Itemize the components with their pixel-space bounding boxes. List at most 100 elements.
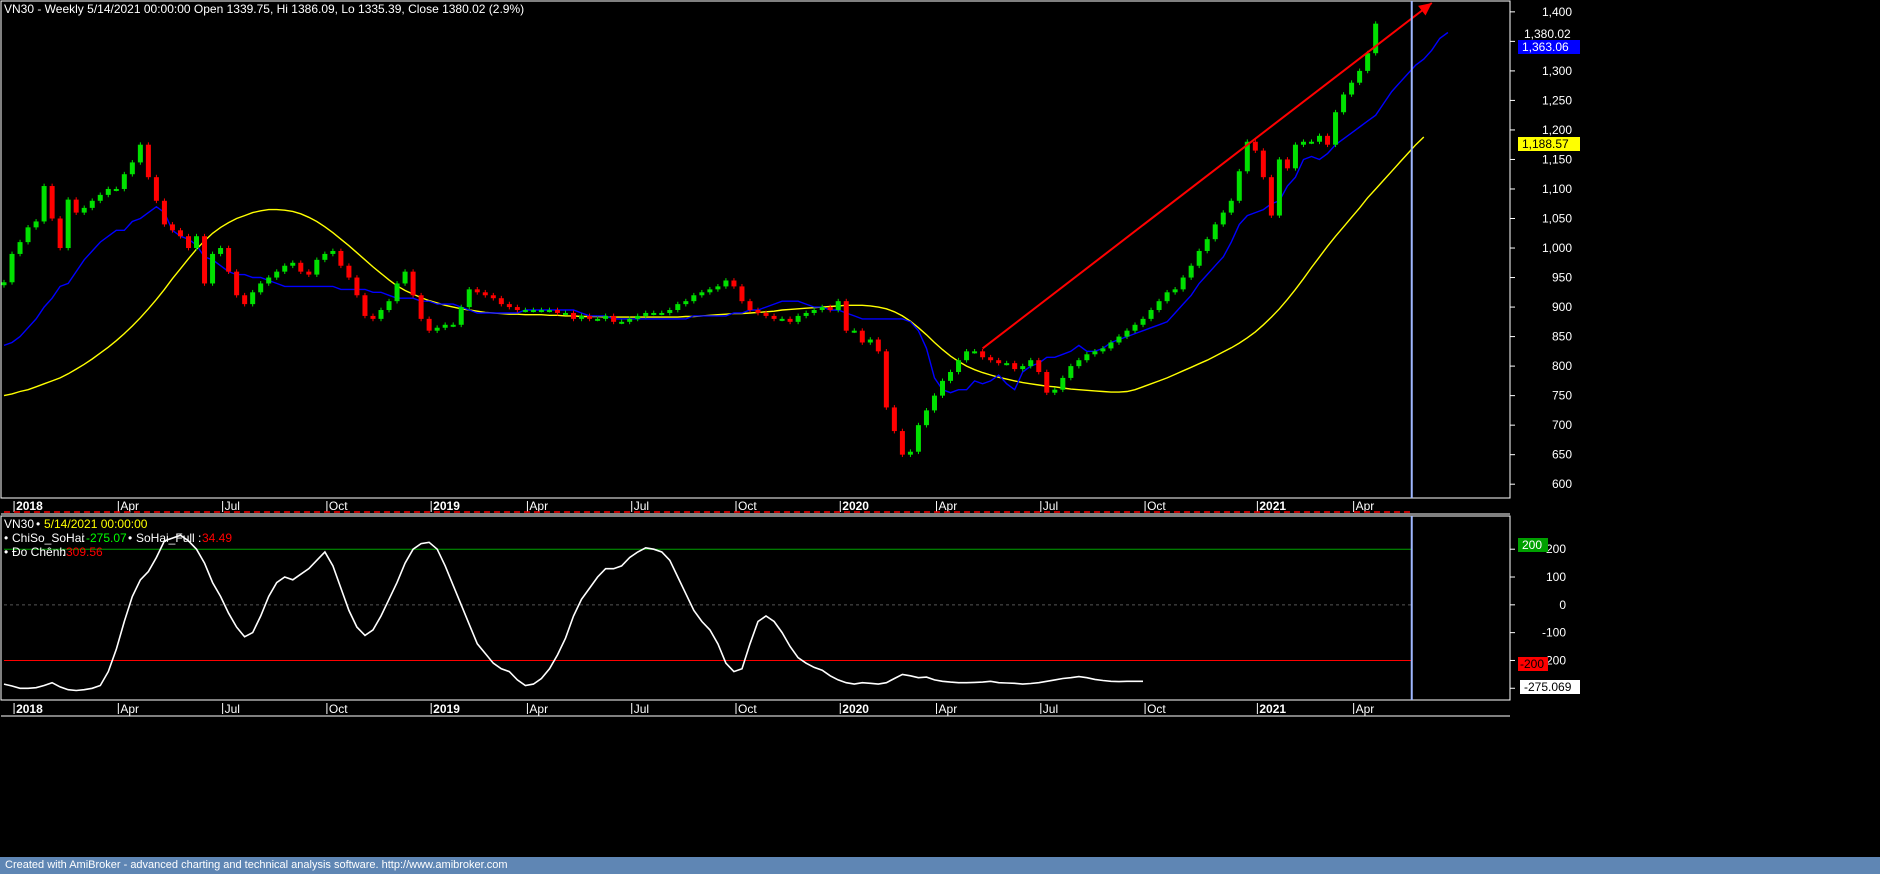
candle-body xyxy=(795,315,801,322)
oscillator-line xyxy=(3,534,1143,692)
x-axis-tick-label: 2018 xyxy=(16,702,43,716)
x-axis-tick-label: Jul xyxy=(634,499,649,513)
candle-body xyxy=(691,295,697,302)
candle-body xyxy=(442,324,448,328)
x-axis-tick-label: Apr xyxy=(939,702,958,716)
candle-body xyxy=(274,271,280,278)
candle-body xyxy=(1004,363,1010,366)
candle-body xyxy=(554,310,560,313)
upper-band-label: 200 xyxy=(1522,538,1542,552)
candle-body xyxy=(362,295,368,316)
x-axis-tick-label: Oct xyxy=(738,702,757,716)
candle-body xyxy=(1044,372,1050,393)
candle-body xyxy=(1284,159,1290,169)
candle-body xyxy=(1132,324,1138,331)
candle-body xyxy=(202,236,208,284)
candle-body xyxy=(1308,141,1314,144)
indicator-panel: 2001000-100-200-3002018AprJulOct2019AprJ… xyxy=(3,516,1566,716)
candle-body xyxy=(250,292,256,305)
candle-body xyxy=(474,289,480,293)
candle-body xyxy=(843,301,849,331)
x-axis-tick-label: Apr xyxy=(120,499,139,513)
candle-body xyxy=(811,310,817,313)
candle-body xyxy=(9,253,15,283)
candle-body xyxy=(1180,277,1186,290)
candle-body xyxy=(1100,348,1106,352)
candle-body xyxy=(522,310,528,313)
candle-body xyxy=(1317,135,1323,142)
candle-body xyxy=(41,186,47,222)
legend-do-chenh-name: Đo Chênh xyxy=(12,545,66,559)
svg-text:•: • xyxy=(4,531,8,545)
candle-body xyxy=(33,221,39,228)
candle-body xyxy=(827,307,833,311)
price-axis-tick-label: 650 xyxy=(1552,448,1572,462)
candle-body xyxy=(1204,239,1210,251)
candle-body xyxy=(218,248,224,254)
price-axis-tick-label: 600 xyxy=(1552,477,1572,491)
candle-body xyxy=(595,318,601,321)
indicator-title-symbol: VN30 xyxy=(4,517,34,531)
candle-body xyxy=(426,318,432,331)
candle-body xyxy=(1236,171,1242,201)
x-axis-tick-label: Oct xyxy=(738,499,757,513)
candle-body xyxy=(1116,336,1122,343)
candle-body xyxy=(1124,330,1130,337)
candle-body xyxy=(506,304,512,308)
svg-text:•: • xyxy=(4,545,8,559)
candle-body xyxy=(89,200,95,208)
candle-body xyxy=(266,277,272,284)
x-axis-tick-label: Apr xyxy=(120,702,139,716)
candle-body xyxy=(875,339,881,352)
candle-body xyxy=(1276,159,1282,216)
candle-body xyxy=(731,280,737,287)
candle-body xyxy=(779,318,785,321)
candle-body xyxy=(1252,141,1258,151)
legend-do-chenh-value: 309.56 xyxy=(66,545,103,559)
candle-body xyxy=(571,312,577,319)
candle-body xyxy=(402,271,408,284)
candle-body xyxy=(145,144,151,178)
price-axis-tick-label: 700 xyxy=(1552,418,1572,432)
candle-body xyxy=(530,310,536,313)
indicator-axis-tick-label: 0 xyxy=(1559,598,1566,612)
candle-body xyxy=(699,292,705,296)
candle-body xyxy=(587,315,593,319)
candle-body xyxy=(25,227,31,243)
legend-sohai-full-name: SoHai_Full xyxy=(136,531,195,545)
candle-body xyxy=(1068,366,1074,378)
candle-body xyxy=(1052,389,1058,393)
candle-body xyxy=(81,207,87,213)
candle-body xyxy=(1349,82,1355,95)
candle-body xyxy=(386,301,392,311)
candle-body xyxy=(787,318,793,322)
candle-body xyxy=(434,327,440,331)
candle-body xyxy=(1196,250,1202,266)
candle-body xyxy=(418,295,424,319)
candle-body xyxy=(394,283,400,302)
x-axis-tick-label: Jul xyxy=(1043,702,1058,716)
x-axis-tick-label: Apr xyxy=(1356,499,1375,513)
candle-body xyxy=(603,315,609,319)
candle-body xyxy=(490,295,496,299)
last-value-label: -275.069 xyxy=(1524,680,1572,694)
legend-sohai-full-value: 34.49 xyxy=(202,531,232,545)
candle-body xyxy=(57,218,63,249)
candle-body xyxy=(931,395,937,411)
candle-body xyxy=(643,312,649,316)
candle-body xyxy=(1357,70,1363,83)
candle-body xyxy=(514,307,520,311)
candle-body xyxy=(1365,53,1371,71)
candle-body xyxy=(891,407,897,432)
candle-body xyxy=(907,451,913,455)
candle-body xyxy=(242,295,248,305)
candle-body xyxy=(747,301,753,311)
candle-body xyxy=(1140,318,1146,325)
candle-body xyxy=(1325,135,1331,145)
candle-body xyxy=(97,194,103,201)
price-panel: 600 650 700 750 800 850 900 950 1,000 1,050 1,100 1… xyxy=(1,1,1572,513)
candle-body xyxy=(322,253,328,260)
candle-body xyxy=(659,312,665,315)
candle-body xyxy=(1212,224,1218,240)
candle-body xyxy=(546,310,552,313)
